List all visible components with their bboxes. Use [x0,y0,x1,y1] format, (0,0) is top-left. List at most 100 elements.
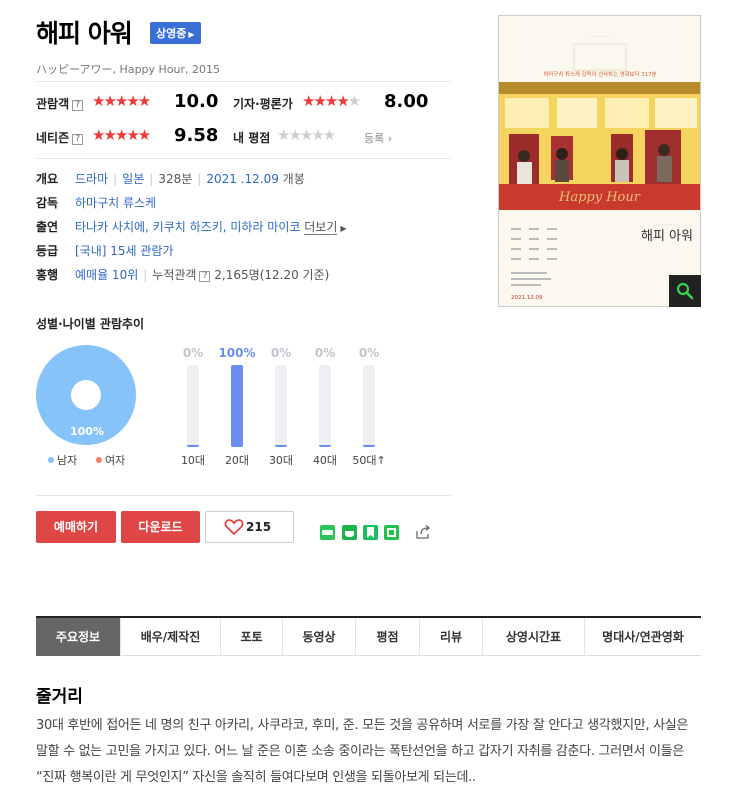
bar-value-label: 0% [182,346,204,360]
female-dot-icon [96,457,102,463]
poster-script-title: Happy Hour [558,190,641,205]
poster-date: 2021.12.09 [511,295,543,301]
bar-track [363,365,375,447]
download-button[interactable]: 다운로드 [121,511,200,543]
netizen-rating-label: 네티즌? [36,129,84,146]
cumulative-label: 누적관객 [152,268,197,282]
help-icon[interactable]: ? [72,134,84,145]
cast-more-link[interactable]: 더보기 [304,220,338,235]
tab-showtimes[interactable]: 상영시간표 [483,618,585,656]
help-icon[interactable]: ? [199,271,211,282]
movie-title: 해피 아워 [36,19,133,48]
my-rating-stars[interactable]: ★★★★★ [277,126,336,144]
status-badge[interactable]: 상영중 ▶ [150,22,201,44]
booking-rank-link[interactable]: 예매율 10위 [75,268,138,282]
bar [363,445,375,447]
pie-center [71,380,101,410]
director-row: 하마구치 류스케 [75,194,156,211]
critic-stars: ★★★★★ [302,92,361,110]
bar [319,445,331,447]
chevron-right-icon: ▶ [188,30,195,39]
tab-reviews[interactable]: 리뷰 [420,618,483,656]
reserve-button[interactable]: 예매하기 [36,511,116,543]
divider [36,495,451,496]
register-label: 등록 [364,132,385,145]
tab-quotes-related[interactable]: 명대사/연관영화 [585,618,701,656]
cumulative-value: 2,165명(12.20 기준) [214,268,330,282]
tab-bar: 주요정보 배우/제작진 포토 동영상 평점 리뷰 상영시간표 명대사/연관영화 [36,616,701,656]
grade-label: 등급 [36,244,59,258]
grade-row: [국내] 15세 관람가 [75,242,174,259]
cast-row: 타나카 사치에, 키쿠치 하즈키, 미하라 마이코 더보기 ▶ [75,218,347,235]
tab-videos[interactable]: 동영상 [283,618,356,656]
legend-male-label: 남자 [57,454,78,467]
bookmark-share-icon[interactable] [363,525,378,540]
grade-link[interactable]: [국내] 15세 관람가 [75,244,174,258]
poster-image: · · · · · · · · 하마구치 류스케 감독이 선사하는 영화보다 3… [499,16,700,306]
bar-track [187,365,199,447]
my-rating-label: 내 평점 [233,131,271,145]
bar-category-label: 30대 [268,454,294,467]
bar-category-label: 20대 [224,454,250,467]
help-icon[interactable]: ? [72,100,84,111]
bar-value-label: 0% [270,346,292,360]
tab-photos[interactable]: 포토 [221,618,283,656]
overview-row: 드라마 | 일본 | 328분 | 2021 .12.09 개봉 [75,172,305,186]
release-suffix: 개봉 [282,172,305,186]
legend-female-label: 여자 [105,454,126,467]
bar [275,445,287,447]
svg-text:· · · · · · · ·: · · · · · · · · [656,223,677,228]
director-label: 감독 [36,196,59,210]
bar-value-label: 0% [314,346,336,360]
bar-track [275,365,287,447]
audience-score: 10.0 [174,91,219,112]
genre-link[interactable]: 드라마 [75,172,108,186]
country-link[interactable]: 일본 [122,172,144,186]
boxoffice-row: 예매율 10위 | 누적관객? 2,165명(12.20 기준) [75,268,330,282]
audience-label-text: 관람객 [36,97,70,111]
zoom-poster-button[interactable] [669,275,701,307]
director-link[interactable]: 하마구치 류스케 [75,196,156,210]
bar [187,445,199,447]
heart-icon [224,519,244,536]
bar-track [231,365,243,447]
boxoffice-label: 흥행 [36,268,59,282]
bar-value-label: 0% [358,346,380,360]
synopsis-text: 30대 후반에 접어든 네 명의 친구 아카리, 사쿠라코, 후미, 준. 모든… [36,718,689,785]
legend-female: 여자 [96,452,125,468]
overview-label: 개요 [36,172,59,186]
register-rating-link[interactable]: 등록 › [364,130,392,146]
runtime: 328분 [158,172,193,186]
bar-value-label: 100% [218,346,256,360]
netizen-stars: ★★★★★ [92,126,151,144]
bar-category-label: 50대↑ [352,454,386,467]
netizen-score: 9.58 [174,125,219,146]
critic-score: 8.00 [384,91,429,112]
tab-main-info[interactable]: 주요정보 [36,618,121,656]
bar [231,365,243,447]
cafe-share-icon[interactable] [342,525,357,540]
audience-stars: ★★★★★ [92,92,151,110]
movie-poster[interactable]: · · · · · · · · 하마구치 류스케 감독이 선사하는 영화보다 3… [498,15,701,307]
bar-category-label: 10대 [180,454,206,467]
legend-male: 남자 [48,452,77,468]
bar-category-label: 40대 [312,454,338,467]
blog-share-icon[interactable] [320,525,335,540]
svg-text:· · · · · · · ·: · · · · · · · · [590,34,609,39]
divider [36,158,451,159]
demographics-title: 성별·나이별 관람추이 [36,317,145,331]
tab-cast-crew[interactable]: 배우/제작진 [121,618,221,656]
caret-right-icon: ▶ [340,224,347,233]
like-button[interactable]: 215 [205,511,294,543]
cast-links[interactable]: 타나카 사치에, 키쿠치 하즈키, 미하라 마이코 [75,220,300,234]
like-count: 215 [246,520,272,534]
male-percent-label: 100% [70,425,104,438]
tab-ratings[interactable]: 평점 [356,618,420,656]
divider [36,81,451,82]
band-share-icon[interactable] [384,525,399,540]
synopsis-title: 줄거리 [36,687,83,707]
cast-label: 출연 [36,220,59,234]
release-date-link[interactable]: 2021 .12.09 [206,172,279,186]
poster-tagline: 하마구치 류스케 감독이 선사하는 영화보다 317분 [543,70,656,78]
share-icon[interactable] [414,523,432,545]
